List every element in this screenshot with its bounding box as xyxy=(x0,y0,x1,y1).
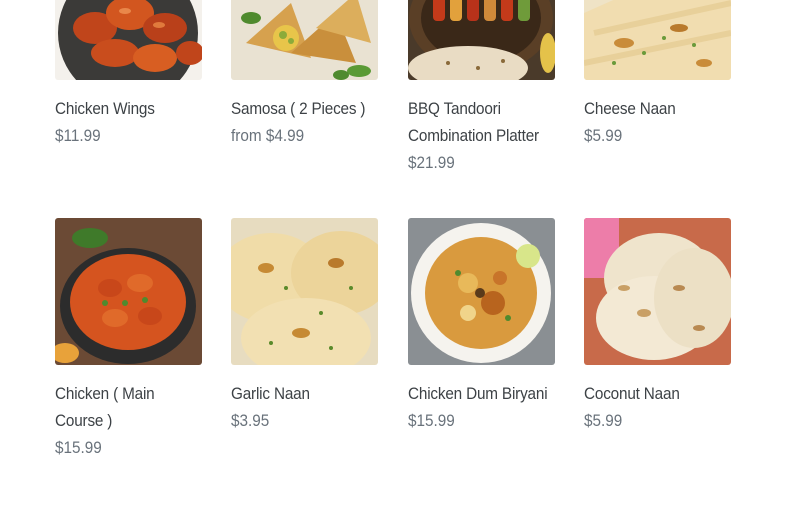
product-card-chicken-dum-biryani[interactable]: Chicken Dum Biryani $15.99 xyxy=(408,218,555,434)
product-price: $3.95 xyxy=(231,411,270,430)
product-card-coconut-naan[interactable]: Coconut Naan $5.99 xyxy=(584,218,731,434)
product-title[interactable]: Coconut Naan xyxy=(584,380,733,407)
coconut-naan-image[interactable] xyxy=(584,218,731,365)
product-title[interactable]: Garlic Naan xyxy=(231,380,380,407)
product-title[interactable]: BBQ Tandoori Combination Platter xyxy=(408,95,557,149)
product-card-chicken-main-course[interactable]: Chicken ( Main Course ) $15.99 xyxy=(55,218,202,461)
product-card-cheese-naan[interactable]: Cheese Naan $5.99 xyxy=(584,0,731,149)
chicken-curry-image[interactable] xyxy=(55,218,202,365)
product-card-garlic-naan[interactable]: Garlic Naan $3.95 xyxy=(231,218,378,434)
product-title[interactable]: Chicken ( Main Course ) xyxy=(55,380,204,434)
product-price: $15.99 xyxy=(408,411,455,430)
product-price: $5.99 xyxy=(584,126,623,145)
product-price: from $4.99 xyxy=(231,126,305,145)
biryani-image[interactable] xyxy=(408,218,555,365)
cheese-naan-image[interactable] xyxy=(584,0,731,80)
product-card-chicken-wings[interactable]: Chicken Wings $11.99 xyxy=(55,0,202,149)
product-price: $15.99 xyxy=(55,438,102,457)
product-price: $11.99 xyxy=(55,126,101,145)
chicken-wings-image[interactable] xyxy=(55,0,202,80)
samosa-image[interactable] xyxy=(231,0,378,80)
product-grid: Chicken Wings $11.99 Samosa ( 2 Pieces )… xyxy=(0,0,785,512)
product-title[interactable]: Chicken Wings xyxy=(55,95,204,122)
product-title[interactable]: Samosa ( 2 Pieces ) xyxy=(231,95,380,122)
tandoori-platter-image[interactable] xyxy=(408,0,555,80)
product-price: $21.99 xyxy=(408,153,455,172)
garlic-naan-image[interactable] xyxy=(231,218,378,365)
product-card-bbq-tandoori[interactable]: BBQ Tandoori Combination Platter $21.99 xyxy=(408,0,555,176)
product-title[interactable]: Cheese Naan xyxy=(584,95,733,122)
product-price: $5.99 xyxy=(584,411,623,430)
product-card-samosa[interactable]: Samosa ( 2 Pieces ) from $4.99 xyxy=(231,0,378,149)
product-title[interactable]: Chicken Dum Biryani xyxy=(408,380,557,407)
